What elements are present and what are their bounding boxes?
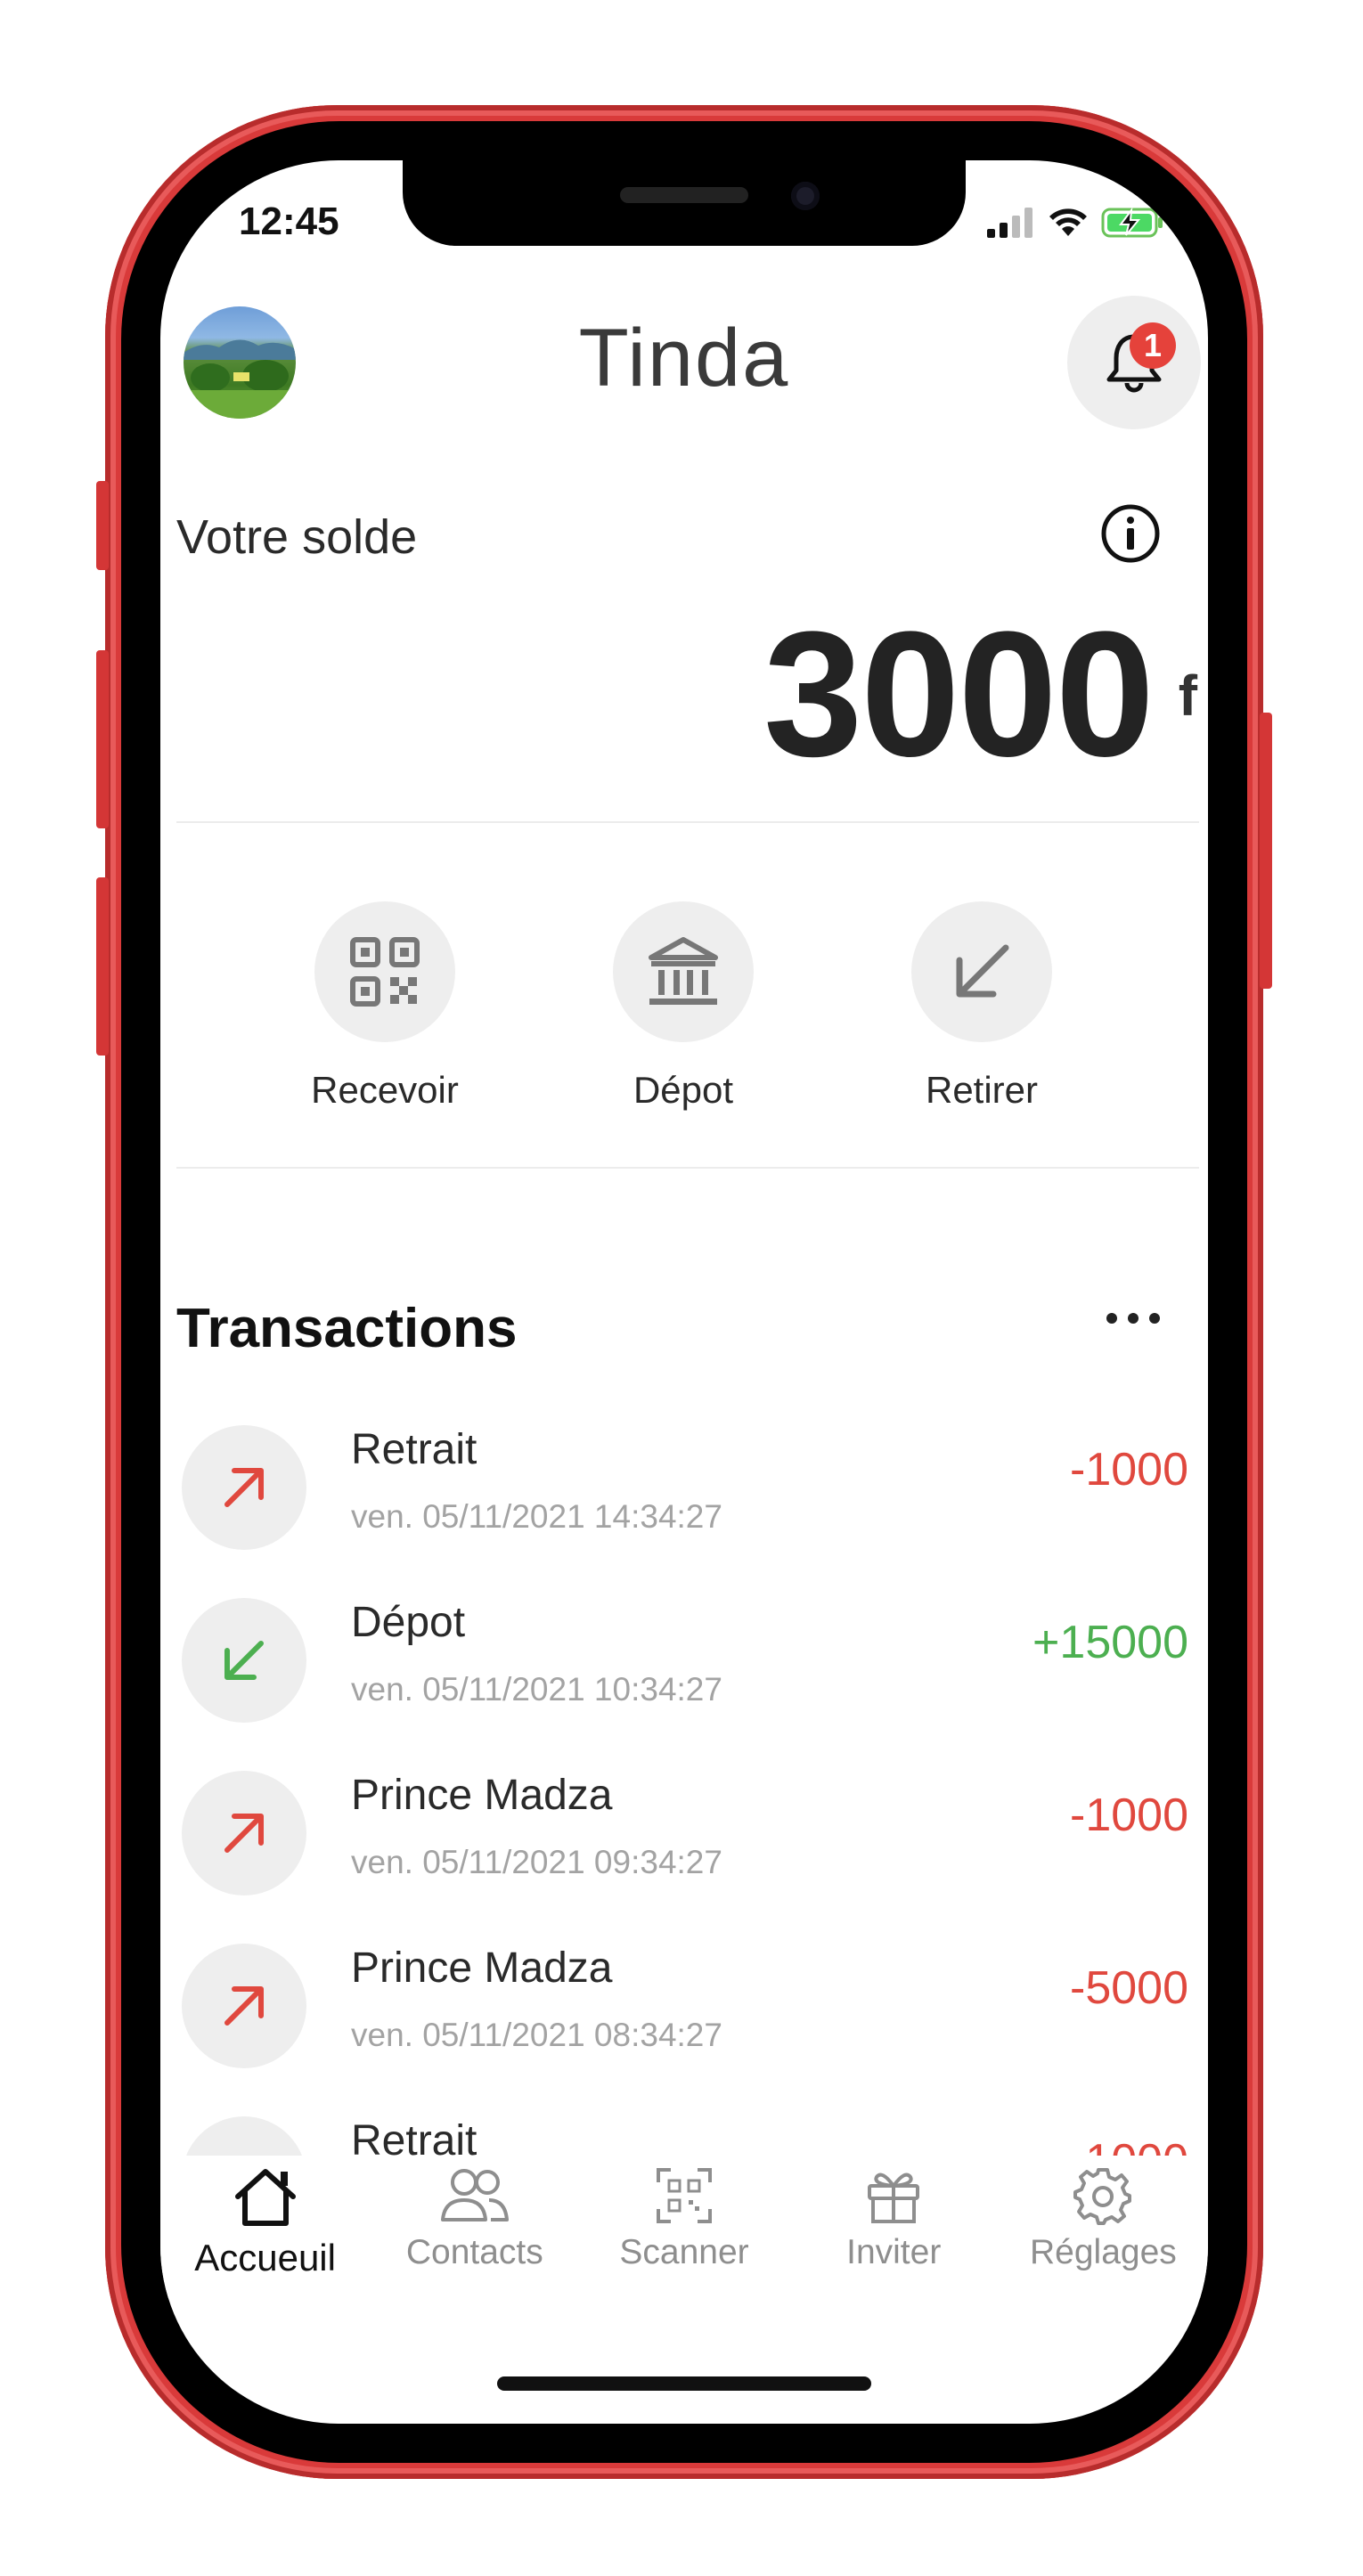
deposit-button[interactable]: Dépot [576,901,790,1112]
tab-contacts-label: Contacts [405,2233,543,2271]
status-time: 12:45 [239,200,339,243]
withdraw-label: Retirer [925,1069,1039,1111]
transaction-name: Dépot [351,1599,466,1646]
tab-invite[interactable]: Inviter [789,2156,999,2298]
more-icon[interactable] [1105,1309,1162,1327]
bank-icon [649,937,718,1005]
battery-charging-icon [1101,207,1163,238]
power-button [1260,713,1272,989]
home-icon [234,2169,296,2226]
app-title: Tinda [578,313,790,404]
app-screen: 12:45 Tinda 1 Votre solde 3000 f Recevoi… [160,160,1208,2424]
deposit-label: Dépot [633,1069,734,1111]
tab-scanner-label: Scanner [619,2233,749,2271]
gift-icon [868,2172,920,2223]
transaction-row[interactable]: Prince Madza ven. 05/11/2021 08:34:27 -5… [160,1944,1208,2116]
transaction-date: ven. 05/11/2021 14:34:27 [351,1498,722,1535]
arrow-down-left-icon [956,944,1009,998]
receive-button[interactable]: Recevoir [278,901,492,1112]
status-icons [987,207,1165,239]
tab-settings-label: Réglages [1030,2233,1177,2271]
transaction-name: Prince Madza [351,1944,613,1992]
wifi-icon [1049,208,1087,236]
transactions-title: Transactions [176,1298,518,1359]
transaction-date: ven. 05/11/2021 08:34:27 [351,2017,722,2053]
transaction-amount: -1000 [1070,1444,1188,1496]
transaction-name: Retrait [351,2117,477,2156]
front-camera [791,182,820,210]
home-indicator[interactable] [497,2376,871,2391]
gear-icon [1073,2168,1132,2225]
notifications-button[interactable]: 1 [1067,296,1201,429]
transaction-date: ven. 05/11/2021 09:34:27 [351,1844,722,1880]
transaction-name: Prince Madza [351,1772,613,1819]
signal-icon [987,208,1032,238]
contacts-icon [440,2169,509,2221]
transaction-date: ven. 05/11/2021 10:34:27 [351,1671,722,1708]
transaction-row[interactable]: Prince Madza ven. 05/11/2021 09:34:27 -1… [160,1771,1208,1944]
receive-label: Recevoir [311,1069,459,1111]
incoming-arrow-icon [182,1598,306,1723]
balance-currency: f [1178,664,1197,728]
transaction-amount: +15000 [1032,1617,1188,1668]
tab-invite-label: Inviter [846,2233,942,2271]
transaction-amount: -1000 [1070,2134,1188,2156]
tab-home-label: Accueuil [194,2237,336,2278]
transaction-list[interactable]: Retrait ven. 05/11/2021 14:34:27 -1000 D… [160,1425,1208,2156]
notch [403,160,966,246]
outgoing-arrow-icon [182,2116,306,2156]
volume-up-button [96,650,109,828]
transaction-row[interactable]: Retrait -1000 [160,2116,1208,2156]
withdraw-button[interactable]: Retirer [875,901,1089,1112]
transaction-name: Retrait [351,1426,477,1473]
transaction-row[interactable]: Retrait ven. 05/11/2021 14:34:27 -1000 [160,1425,1208,1598]
notification-badge: 1 [1130,322,1176,369]
volume-down-button [96,877,109,1056]
transaction-amount: -5000 [1070,1962,1188,2014]
outgoing-arrow-icon [182,1944,306,2068]
transaction-amount: -1000 [1070,1789,1188,1841]
tab-bar: Accueuil Contacts Scanner Inviter Réglag… [160,2156,1208,2298]
silent-switch [96,481,109,570]
tab-settings[interactable]: Réglages [999,2156,1208,2298]
scanner-icon [657,2168,712,2223]
balance-label: Votre solde [176,510,418,564]
qr-code-icon [350,937,420,1007]
transaction-row[interactable]: Dépot ven. 05/11/2021 10:34:27 +15000 [160,1598,1208,1771]
tab-home[interactable]: Accueuil [160,2156,370,2298]
divider [176,821,1199,823]
outgoing-arrow-icon [182,1425,306,1550]
tab-scanner[interactable]: Scanner [579,2156,788,2298]
info-icon[interactable] [1099,502,1162,565]
balance-amount: 3000 [763,595,1155,794]
divider [176,1167,1199,1169]
tab-contacts[interactable]: Contacts [370,2156,579,2298]
outgoing-arrow-icon [182,1771,306,1895]
